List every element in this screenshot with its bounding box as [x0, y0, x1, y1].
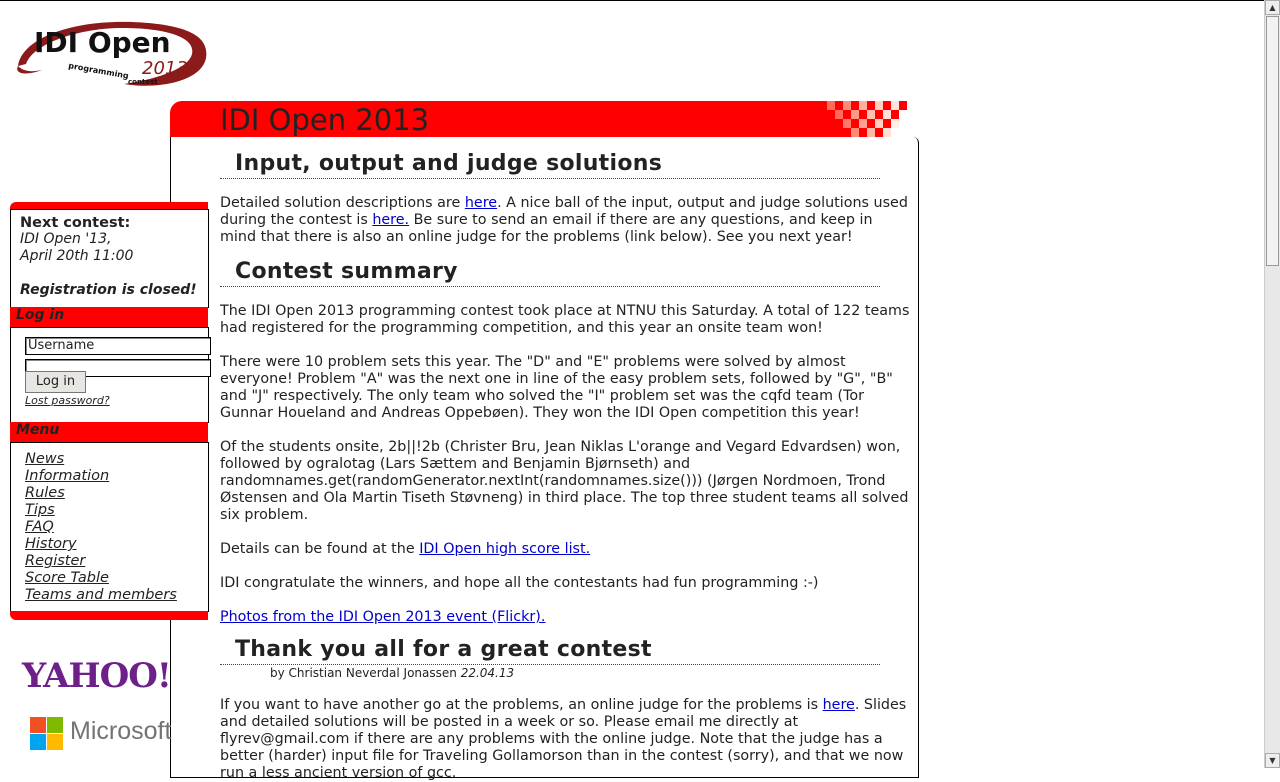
article-heading-solutions: Input, output and judge solutions: [220, 150, 880, 179]
article-heading-thanks: Thank you all for a great contest: [220, 636, 880, 665]
menu-bottombar: [10, 611, 208, 620]
menu-item-rules[interactable]: Rules: [25, 485, 208, 502]
logo-year-text: 2013: [142, 58, 188, 79]
online-judge-here-link[interactable]: here: [823, 697, 855, 713]
top-border: [0, 0, 1264, 1]
article-byline: by Christian Neverdal Jonassen 22.04.13: [220, 665, 910, 682]
article-solutions-text: Detailed solution descriptions are here.…: [220, 195, 910, 246]
next-contest-date: April 20th 11:00: [20, 248, 134, 264]
menu-item-tips[interactable]: Tips: [25, 502, 208, 519]
menu-list: News Information Rules Tips FAQ History …: [11, 443, 208, 604]
text-span: Details can be found at the: [220, 541, 420, 557]
login-button[interactable]: Log in: [25, 371, 86, 393]
menu-item-faq[interactable]: FAQ: [25, 519, 208, 536]
idi-open-logo[interactable]: IDI Open 2013 programming contest: [12, 18, 212, 92]
byline-date: 22.04.13: [460, 666, 515, 680]
menu-item-register[interactable]: Register: [25, 553, 208, 570]
summary-paragraph-1: The IDI Open 2013 programming contest to…: [220, 303, 910, 336]
logo-tag-programming: programming: [68, 61, 130, 81]
checker-pattern-decoration: [827, 101, 915, 137]
microsoft-windows-icon: [30, 717, 63, 750]
text-span: Detailed solution descriptions are: [220, 195, 465, 211]
menu-item-news[interactable]: News: [25, 451, 208, 468]
judge-files-here-link[interactable]: here.: [372, 212, 409, 228]
flickr-photos-link[interactable]: Photos from the IDI Open 2013 event (Fli…: [220, 609, 545, 625]
registration-status: Registration is closed!: [20, 282, 197, 298]
microsoft-wordmark: Microsoft: [70, 717, 172, 745]
summary-paragraph-6: Photos from the IDI Open 2013 event (Fli…: [220, 609, 910, 626]
next-contest-name: IDI Open '13,: [20, 231, 112, 247]
login-box: Username Log in Lost password?: [10, 327, 211, 423]
scroll-thumb[interactable]: [1266, 16, 1279, 266]
scroll-up-arrow-icon[interactable]: ▲: [1265, 0, 1280, 15]
next-contest-box: Next contest: IDI Open '13, April 20th 1…: [10, 209, 209, 308]
menu-item-history[interactable]: History: [25, 536, 208, 553]
summary-paragraph-4: Details can be found at the IDI Open hig…: [220, 541, 910, 558]
username-input[interactable]: Username: [25, 337, 211, 355]
byline-author: by Christian Neverdal Jonassen: [270, 666, 457, 680]
text-span: If you want to have another go at the pr…: [220, 697, 823, 713]
next-contest-title: Next contest:: [20, 215, 131, 231]
summary-paragraph-2: There were 10 problem sets this year. Th…: [220, 354, 893, 421]
thanks-paragraph: If you want to have another go at the pr…: [220, 697, 910, 782]
menu-header: Menu: [10, 422, 208, 442]
main-content: Input, output and judge solutions Detail…: [220, 150, 910, 782]
high-score-link[interactable]: IDI Open high score list.: [419, 541, 590, 557]
lost-password-link[interactable]: Lost password?: [25, 394, 110, 407]
menu-header-label: Menu: [16, 422, 60, 438]
summary-paragraph-5: IDI congratulate the winners, and hope a…: [220, 575, 819, 591]
menu-item-teams-members[interactable]: Teams and members: [25, 587, 208, 604]
summary-paragraph-3: Of the students onsite, 2b||!2b (Christe…: [220, 439, 909, 523]
menu-box: News Information Rules Tips FAQ History …: [10, 442, 209, 612]
vertical-scrollbar[interactable]: ▲ ▼: [1264, 0, 1280, 768]
article-heading-summary: Contest summary: [220, 258, 880, 287]
logo-tag-contest: contest: [128, 78, 158, 86]
menu-item-score-table[interactable]: Score Table: [25, 570, 208, 587]
microsoft-sponsor-logo[interactable]: Microsoft: [30, 717, 190, 751]
logo-main-text: IDI Open: [34, 26, 171, 59]
main-header-bar: IDI Open 2013: [170, 101, 915, 137]
solutions-here-link[interactable]: here: [465, 195, 497, 211]
menu-item-information[interactable]: Information: [25, 468, 208, 485]
page-title: IDI Open 2013: [220, 103, 430, 137]
scroll-down-arrow-icon[interactable]: ▼: [1265, 753, 1280, 768]
login-header-label: Log in: [16, 307, 65, 323]
login-header: Log in: [10, 307, 208, 327]
yahoo-sponsor-logo[interactable]: YAHOO!: [22, 656, 172, 696]
